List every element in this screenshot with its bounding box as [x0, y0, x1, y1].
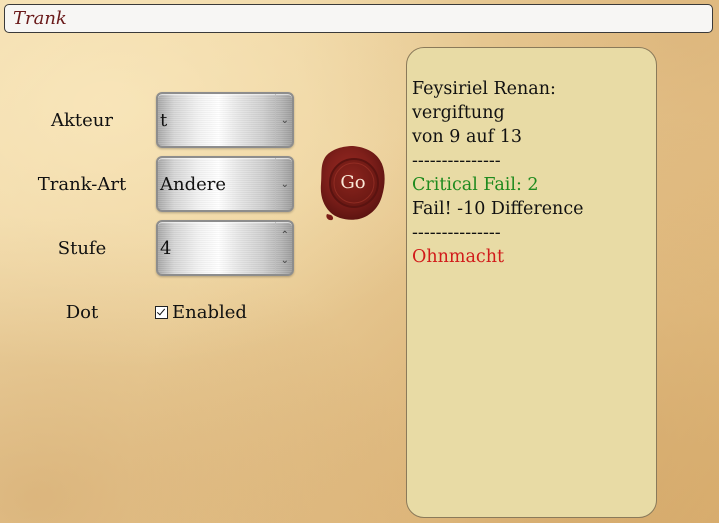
- akteur-selected-value: t: [160, 110, 168, 131]
- trank-art-select[interactable]: Andere ⌄: [156, 156, 294, 212]
- trank-art-selected-value: Andere: [160, 174, 227, 195]
- akteur-dropdown-toggle[interactable]: ⌄: [275, 94, 292, 146]
- output-separator: ---------------: [412, 151, 501, 171]
- go-button-label: Go: [340, 172, 366, 193]
- output-line-critical-fail: Critical Fail: 2: [412, 175, 539, 195]
- page-title: Trank: [13, 8, 67, 29]
- chevron-down-icon[interactable]: ⌄: [281, 256, 289, 266]
- output-line-ohnmacht: Ohnmacht: [412, 247, 505, 267]
- trank-art-label: Trank-Art: [37, 174, 127, 195]
- dot-enabled-label: Enabled: [172, 302, 247, 323]
- chevron-down-icon: ⌄: [280, 115, 289, 126]
- output-separator: ---------------: [412, 223, 501, 243]
- go-button[interactable]: Go: [319, 144, 387, 222]
- akteur-label: Akteur: [51, 110, 113, 131]
- output-line: Feysiriel Renan: vergiftung: [412, 79, 562, 123]
- stufe-value: 4: [160, 238, 172, 259]
- trank-art-dropdown-toggle[interactable]: ⌄: [275, 158, 292, 210]
- dot-enabled-checkbox[interactable]: Enabled: [155, 303, 247, 323]
- dot-label: Dot: [65, 302, 99, 323]
- result-output-panel: Feysiriel Renan: vergiftung von 9 auf 13…: [406, 47, 657, 518]
- stufe-number-input[interactable]: 4 ⌃ ⌄: [156, 220, 294, 276]
- akteur-select[interactable]: t ⌄: [156, 92, 294, 148]
- page-title-bar: Trank: [4, 4, 713, 33]
- chevron-down-icon: ⌄: [280, 179, 289, 190]
- stufe-label: Stufe: [57, 238, 107, 259]
- chevron-up-icon[interactable]: ⌃: [281, 231, 289, 241]
- output-line: von 9 auf 13: [412, 127, 522, 147]
- output-line: Fail! -10 Difference: [412, 199, 584, 219]
- stufe-stepper[interactable]: ⌃ ⌄: [275, 222, 292, 274]
- checkbox-checked-icon[interactable]: [155, 306, 168, 319]
